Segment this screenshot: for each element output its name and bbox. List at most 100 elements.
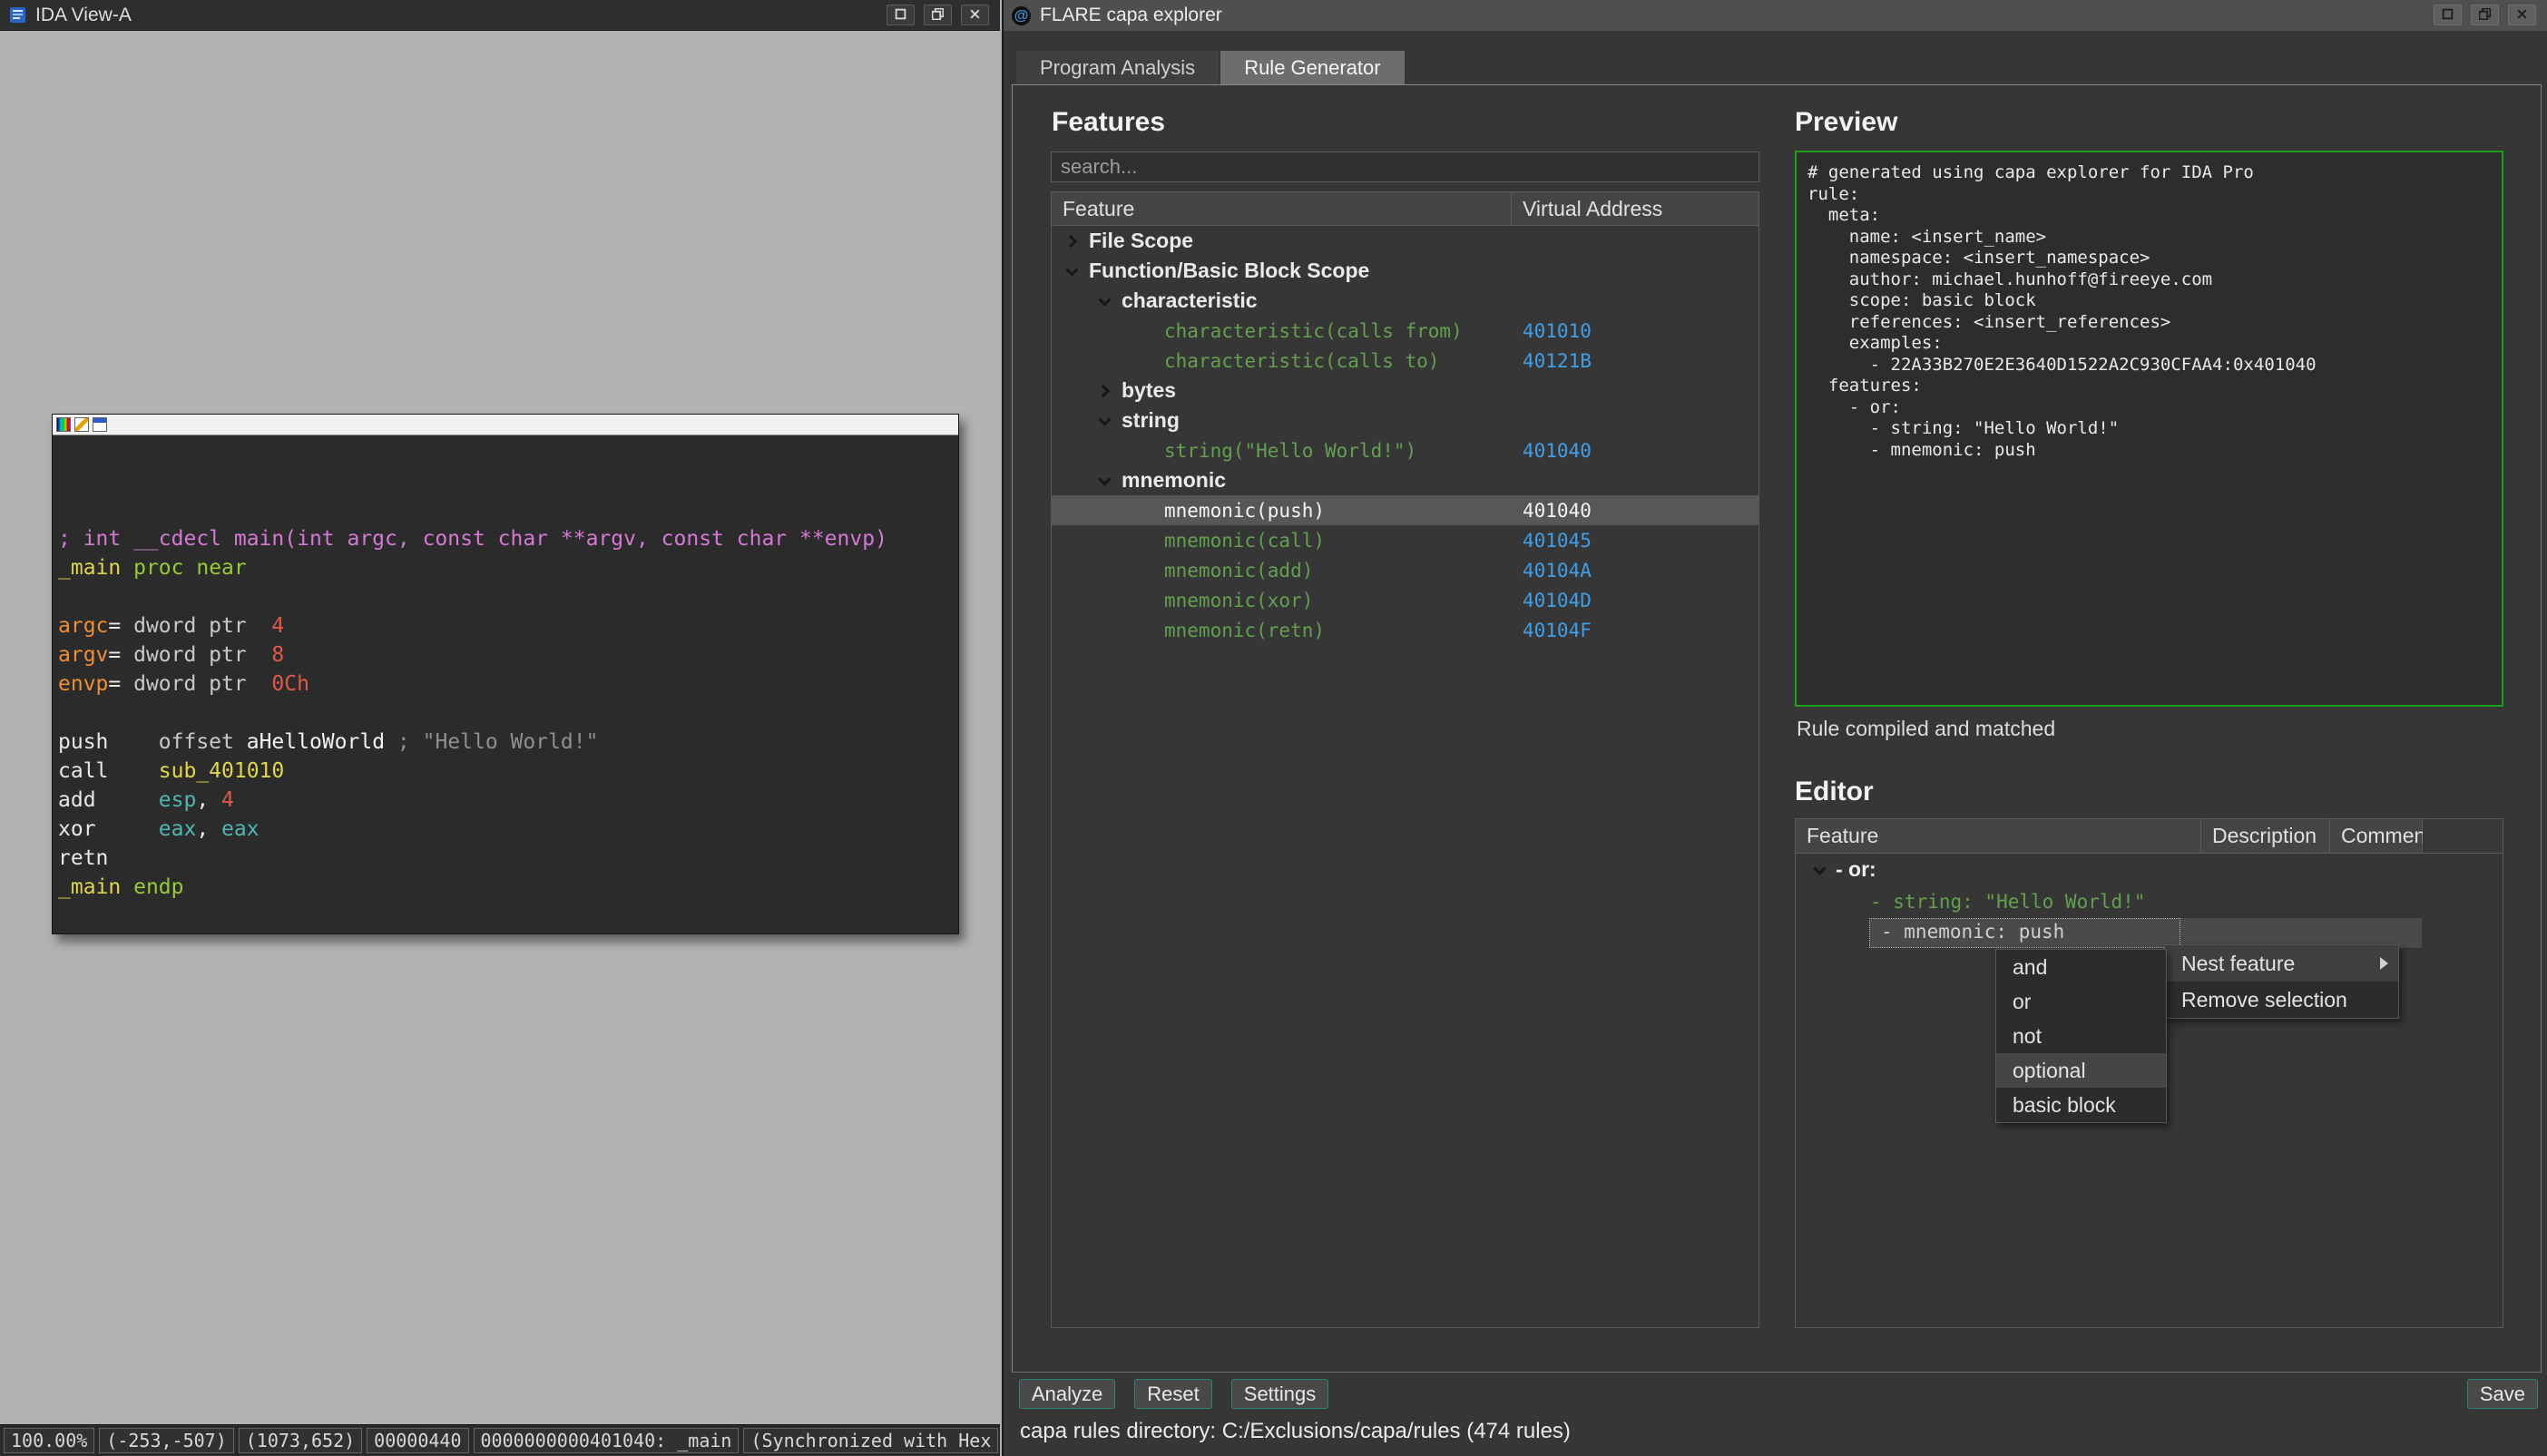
menu-item-optional[interactable]: optional: [1996, 1053, 2166, 1088]
chevron-right-icon[interactable]: [1064, 234, 1077, 247]
rule-preview-line: references: <insert_references>: [1807, 312, 2491, 334]
menu-item-remove-selection[interactable]: Remove selection: [2165, 982, 2398, 1018]
tree-row[interactable]: mnemonic: [1052, 465, 1758, 495]
menu-item-label: not: [2013, 1024, 2042, 1049]
column-header-virtual-address[interactable]: Virtual Address: [1512, 192, 1758, 225]
chevron-right-icon[interactable]: [1097, 384, 1110, 396]
disassembly-window: ; int __cdecl main(int argc, const char …: [52, 414, 959, 934]
tree-row[interactable]: mnemonic(push) 401040: [1052, 495, 1758, 525]
code-token: sub_401010: [159, 759, 284, 783]
menu-item-and[interactable]: and: [1996, 950, 2166, 984]
disassembly-line[interactable]: push offset aHelloWorld ; "Hello World!": [58, 728, 958, 757]
disassembly-line[interactable]: ; int __cdecl main(int argc, const char …: [58, 524, 958, 553]
menu-item-label: basic block: [2013, 1093, 2116, 1118]
tree-row[interactable]: characteristic: [1052, 286, 1758, 316]
tree-row-label: bytes: [1122, 378, 1176, 403]
search-input[interactable]: [1051, 151, 1759, 182]
code-token: offset: [159, 730, 247, 754]
menu-item-or[interactable]: or: [1996, 984, 2166, 1019]
disassembly-line[interactable]: xor eax, eax: [58, 815, 958, 844]
disassembly-line[interactable]: [58, 699, 958, 728]
editor-row[interactable]: - or:: [1796, 854, 2503, 885]
chevron-down-icon[interactable]: [1098, 413, 1111, 425]
tab-program-analysis[interactable]: Program Analysis: [1016, 51, 1219, 85]
tree-row[interactable]: File Scope: [1052, 226, 1758, 256]
menu-item-nest-feature[interactable]: Nest feature: [2165, 945, 2398, 982]
code-token: [108, 730, 158, 754]
chevron-down-icon[interactable]: [1098, 293, 1111, 306]
maximize-button[interactable]: [887, 5, 915, 25]
tree-row[interactable]: mnemonic(call)401045: [1052, 525, 1758, 555]
restore-button[interactable]: [2471, 5, 2499, 25]
tree-row[interactable]: bytes: [1052, 376, 1758, 406]
tree-row[interactable]: string("Hello World!")401040: [1052, 435, 1758, 465]
column-header-feature[interactable]: Feature: [1796, 819, 2201, 853]
code-token: 0Ch: [271, 672, 309, 696]
statusbar-cell: (1073,652): [239, 1428, 362, 1453]
tree-row-label: File Scope: [1089, 229, 1193, 253]
tree-row[interactable]: mnemonic(add)40104A: [1052, 555, 1758, 585]
disassembly-line[interactable]: argv= dword ptr 8: [58, 640, 958, 669]
virtual-address: 401040: [1523, 500, 1592, 522]
column-header-description[interactable]: Description: [2201, 819, 2330, 853]
disassembly-listing[interactable]: ; int __cdecl main(int argc, const char …: [53, 435, 958, 933]
tree-row-label: mnemonic(push): [1164, 500, 1325, 522]
close-icon: [969, 8, 981, 23]
features-tree: File ScopeFunction/Basic Block Scopechar…: [1052, 226, 1758, 645]
chevron-down-icon[interactable]: [1065, 263, 1078, 276]
analyze-button[interactable]: Analyze: [1019, 1379, 1115, 1409]
disassembly-line[interactable]: [58, 582, 958, 611]
rule-preview-line: author: michael.hunhoff@fireeye.com: [1807, 269, 2491, 291]
disassembly-window-titlebar[interactable]: [53, 415, 958, 435]
statusbar-cell: 100.00%: [4, 1428, 94, 1453]
maximize-button[interactable]: [2434, 5, 2462, 25]
code-token: argv: [58, 643, 108, 667]
rule-preview-editor[interactable]: # generated using capa explorer for IDA …: [1795, 151, 2503, 707]
settings-button[interactable]: Settings: [1231, 1379, 1329, 1409]
palette-icon: [56, 417, 71, 432]
window-icon: [93, 417, 107, 432]
column-header-comment[interactable]: Comment: [2330, 819, 2423, 853]
code-token: [385, 730, 397, 754]
disassembly-line[interactable]: add esp, 4: [58, 786, 958, 815]
code-token: xor: [58, 817, 96, 841]
rule-preview-line: name: <insert_name>: [1807, 227, 2491, 249]
close-button[interactable]: [2508, 5, 2536, 25]
tree-row[interactable]: string: [1052, 406, 1758, 435]
tree-row[interactable]: Function/Basic Block Scope: [1052, 256, 1758, 286]
tree-row[interactable]: mnemonic(retn)40104F: [1052, 615, 1758, 645]
menu-item-not[interactable]: not: [1996, 1019, 2166, 1053]
code-token: eax: [221, 817, 260, 841]
window-controls: [887, 5, 989, 25]
tree-row[interactable]: mnemonic(xor)40104D: [1052, 585, 1758, 615]
chevron-down-icon[interactable]: [1813, 862, 1826, 875]
virtual-address: 40104D: [1523, 590, 1592, 611]
code-token: [108, 759, 158, 783]
tab-rule-generator[interactable]: Rule Generator: [1220, 51, 1404, 85]
disassembly-line[interactable]: retn: [58, 844, 958, 873]
column-header-feature[interactable]: Feature: [1052, 192, 1512, 225]
rule-preview-line: namespace: <insert_namespace>: [1807, 248, 2491, 269]
editor-row[interactable]: - string: "Hello World!": [1796, 885, 2503, 917]
statusbar-cell: (Synchronized with Hex: [743, 1428, 998, 1453]
reset-button[interactable]: Reset: [1134, 1379, 1211, 1409]
save-button[interactable]: Save: [2467, 1379, 2538, 1409]
disassembly-line[interactable]: _main proc near: [58, 553, 958, 582]
ida-titlebar: IDA View-A: [0, 0, 1000, 31]
menu-item-basic-block[interactable]: basic block: [1996, 1088, 2166, 1122]
tree-row[interactable]: characteristic(calls to)40121B: [1052, 346, 1758, 376]
disassembly-line[interactable]: _main endp: [58, 873, 958, 902]
chevron-down-icon[interactable]: [1098, 473, 1111, 485]
menu-item-label: or: [2013, 990, 2031, 1014]
statusbar-cell: (-253,-507): [99, 1428, 233, 1453]
disassembly-line[interactable]: envp= dword ptr 0Ch: [58, 669, 958, 699]
tree-row-label: string: [1122, 408, 1180, 433]
tree-row[interactable]: characteristic(calls from)401010: [1052, 316, 1758, 346]
header-filler: [2423, 819, 2503, 853]
close-button[interactable]: [961, 5, 989, 25]
disassembly-line[interactable]: call sub_401010: [58, 757, 958, 786]
restore-button[interactable]: [924, 5, 952, 25]
tree-row-label: mnemonic: [1122, 468, 1226, 493]
disassembly-line[interactable]: argc= dword ptr 4: [58, 611, 958, 640]
restore-icon: [2479, 8, 2491, 23]
